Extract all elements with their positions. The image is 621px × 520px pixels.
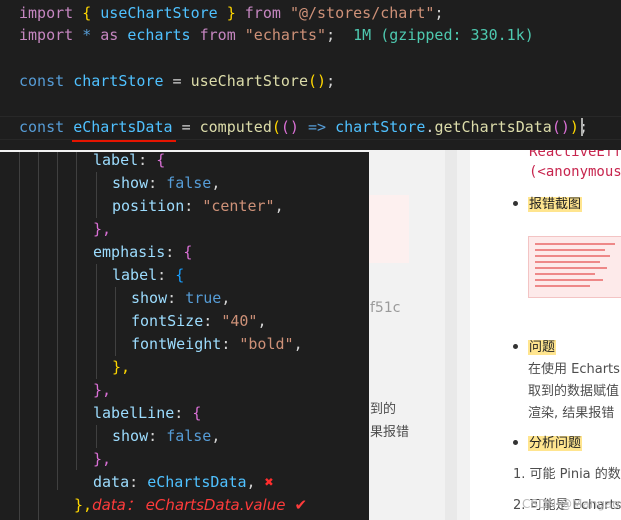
code-line-1: import { useChartStore } from "@/stores/… <box>19 4 444 22</box>
error-screenshot-thumbnail <box>528 236 621 298</box>
text-cursor <box>581 118 583 136</box>
code-line: fontWeight: "bold", <box>131 335 303 353</box>
check-mark-icon: ✔ <box>294 496 308 514</box>
code-line: data: eChartsData, ✖ <box>93 473 274 491</box>
code-line: }, <box>93 381 112 399</box>
indent-guide <box>96 425 97 448</box>
error-underline <box>72 140 176 142</box>
code-line: label: { <box>112 266 185 284</box>
indent-guide <box>96 172 97 218</box>
import-cost-hint: 1M (gzipped: 330.1k) <box>353 26 534 44</box>
article-text-fragment: 到的 <box>370 402 397 417</box>
bullet-icon <box>513 201 518 206</box>
code-line: position: "center", <box>112 197 284 215</box>
article-paragraph-line: 取到的数据赋值 <box>528 384 620 399</box>
code-line: emphasis: { <box>93 243 193 261</box>
article-text-fragment: f51c <box>370 300 401 316</box>
bullet-icon <box>513 440 518 445</box>
indent-guide <box>57 152 58 490</box>
indent-guide <box>96 264 97 379</box>
article-paragraph-line: 渲染, 结果报错 <box>528 406 615 421</box>
code-line-2: import * as echarts from "echarts"; 1M (… <box>19 26 534 44</box>
article-list-item: 1. 可能 Pinia 的数 <box>513 467 621 482</box>
article-code-line: (<anonymous <box>529 164 621 180</box>
article-heading: 报错截图 <box>528 197 583 212</box>
code-line-4: const chartStore = useChartStore(); <box>19 72 336 90</box>
code-line: show: false, <box>112 174 221 192</box>
bullet-icon <box>513 344 518 349</box>
wrong-mark-icon: ✖ <box>264 473 274 491</box>
top-code-editor[interactable]: import { useChartStore } from "@/stores/… <box>0 0 621 150</box>
code-line: labelLine: { <box>93 404 202 422</box>
article-heading: 分析问题 <box>528 436 583 451</box>
code-line: fontSize: "40", <box>131 312 267 330</box>
code-line: }, <box>93 450 112 468</box>
screenshot-fragment <box>369 195 409 263</box>
page-gutter <box>445 148 457 520</box>
code-line: label: { <box>93 151 166 169</box>
indent-guide <box>19 152 20 520</box>
code-line: }, <box>93 220 112 238</box>
correction-annotation: data： eChartsData.value <box>92 496 286 514</box>
indent-guide <box>38 152 39 520</box>
bottom-code-editor[interactable]: label: { show: false, position: "center"… <box>0 151 369 520</box>
article-text-fragment: 果报错 <box>370 425 410 440</box>
code-line: },data： eChartsData.value ✔ <box>74 496 308 514</box>
code-line: show: true, <box>131 289 231 307</box>
code-line: show: false, <box>112 427 221 445</box>
article-paragraph-line: 在使用 Echarts <box>528 362 620 377</box>
indent-guide <box>76 152 77 470</box>
watermark: CSDN @Mangaosi <box>522 497 621 511</box>
article-heading: 问题 <box>528 340 557 355</box>
code-line-6: const eChartsData = computed(() => chart… <box>19 118 588 136</box>
code-line: }, <box>112 358 131 376</box>
indent-guide <box>115 287 116 356</box>
